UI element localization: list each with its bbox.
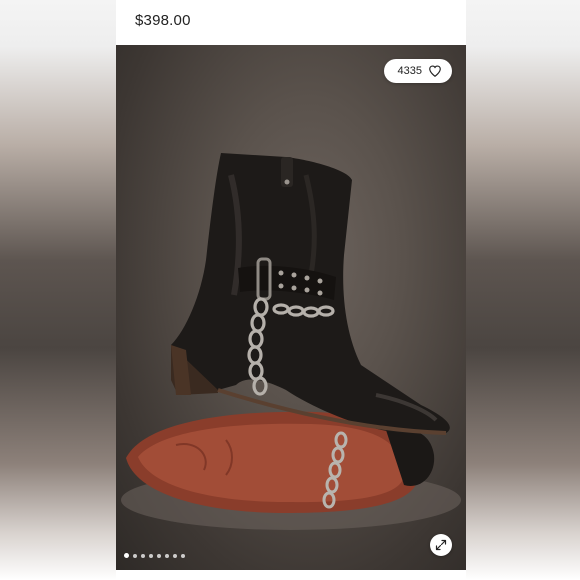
gallery-dot[interactable] <box>124 553 129 558</box>
gallery-dot[interactable] <box>141 553 145 558</box>
gallery-dot[interactable] <box>157 553 161 558</box>
listing-price: $398.00 <box>135 12 191 29</box>
gallery-dot[interactable] <box>133 553 137 558</box>
like-button[interactable]: 4335 <box>383 59 452 83</box>
gallery-dot[interactable] <box>181 553 185 558</box>
gallery-dot[interactable] <box>149 553 153 558</box>
gallery-dot[interactable] <box>165 553 169 558</box>
card-bottom <box>116 570 466 580</box>
product-photo[interactable]: 4335 <box>116 45 466 570</box>
like-count: 4335 <box>397 65 422 77</box>
gallery-dot[interactable] <box>173 553 177 558</box>
gallery-pagination <box>124 553 185 558</box>
boot-image <box>121 153 461 530</box>
expand-button[interactable] <box>430 534 452 556</box>
heart-outline-icon <box>429 65 441 77</box>
expand-arrows-icon <box>435 539 447 551</box>
